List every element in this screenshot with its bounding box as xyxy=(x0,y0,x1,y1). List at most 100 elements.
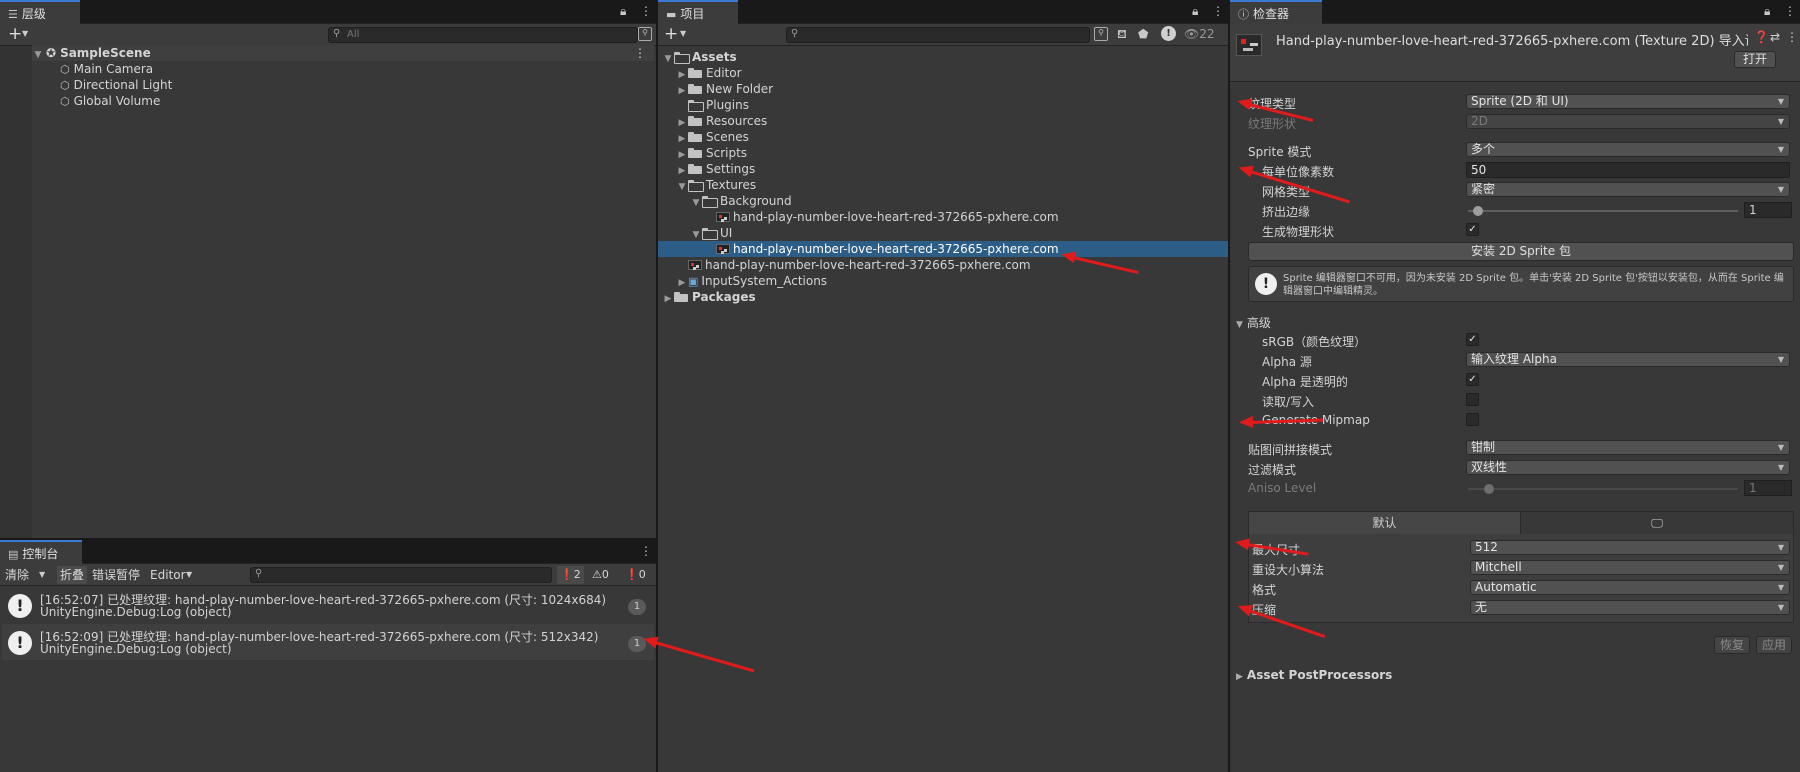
help-icon[interactable]: ❓ xyxy=(1754,30,1769,44)
add-icon[interactable]: + xyxy=(8,24,22,44)
tab-inspector[interactable]: ⓘ 检查器 xyxy=(1230,0,1322,24)
console-search-input[interactable]: ⚲ xyxy=(250,567,552,583)
asset-input-actions[interactable]: ▶ ▣ InputSystem_Actions xyxy=(676,273,828,289)
kebab-menu-icon[interactable]: ⋮ xyxy=(1784,4,1796,18)
expand-arrow-icon[interactable]: ▼ xyxy=(690,195,702,211)
folder-plugins[interactable]: Plugins xyxy=(676,97,749,113)
mesh-type-dropdown[interactable]: 紧密 ▼ xyxy=(1466,182,1790,197)
hidden-packages-toggle[interactable]: 👁︎22 xyxy=(1184,27,1215,41)
input-actions-icon: ▣ xyxy=(688,275,699,288)
chevron-down-icon[interactable]: ▼ xyxy=(186,570,192,579)
alpha-source-label: Alpha 源 xyxy=(1262,355,1312,369)
alpha-transparent-checkbox[interactable]: ✓ xyxy=(1466,373,1479,386)
tab-platform-default[interactable]: 默认 xyxy=(1249,512,1521,534)
search-by-label-icon[interactable]: ⛾ xyxy=(1117,27,1127,43)
max-size-dropdown[interactable]: 512 ▼ xyxy=(1470,540,1790,555)
extrude-slider-track[interactable] xyxy=(1468,210,1738,212)
tab-platform-standalone[interactable]: 🖵︎ xyxy=(1521,512,1793,534)
read-write-checkbox[interactable] xyxy=(1466,393,1479,406)
lock-icon[interactable]: 🔒︎ xyxy=(1764,4,1770,19)
compression-dropdown[interactable]: 无 ▼ xyxy=(1470,600,1790,615)
preset-icon[interactable]: ⇄ xyxy=(1770,30,1780,44)
clear-dropdown-icon[interactable]: ▼ xyxy=(39,570,45,579)
scene-row[interactable]: ▼ ✪ SampleScene ⋮ xyxy=(32,45,654,61)
generate-mipmap-checkbox[interactable] xyxy=(1466,413,1479,426)
ppu-input[interactable]: 50 xyxy=(1466,162,1790,178)
resize-algorithm-dropdown[interactable]: Mitchell ▼ xyxy=(1470,560,1790,575)
hierarchy-item-directional-light[interactable]: ⬡ Directional Light xyxy=(60,77,172,93)
error-pause-button[interactable]: 错误暂停 xyxy=(92,566,140,584)
asset-textures-texture[interactable]: hand-play-number-love-heart-red-372665-p… xyxy=(688,257,1031,273)
folder-background[interactable]: ▼ Background xyxy=(690,193,792,209)
physics-shape-checkbox[interactable]: ✓ xyxy=(1466,223,1479,236)
hierarchy-item-global-volume[interactable]: ⬡ Global Volume xyxy=(60,93,160,109)
folder-scripts[interactable]: ▶ Scripts xyxy=(676,145,748,161)
extrude-value-input[interactable]: 1 xyxy=(1744,202,1792,218)
alert-filter-icon[interactable]: ! xyxy=(1161,26,1176,41)
kebab-menu-icon[interactable]: ⋮ xyxy=(640,544,652,558)
texture-type-dropdown[interactable]: Sprite (2D 和 UI) ▼ xyxy=(1466,94,1790,109)
folder-packages[interactable]: ▶ Packages xyxy=(662,289,756,305)
expand-arrow-icon[interactable]: ▶ xyxy=(1236,672,1243,682)
advanced-foldout[interactable]: ▼ 高级 xyxy=(1236,314,1271,331)
asset-ui-texture-selected[interactable]: hand-play-number-love-heart-red-372665-p… xyxy=(658,241,1228,257)
editor-dropdown[interactable]: Editor xyxy=(150,566,186,584)
wrap-mode-dropdown[interactable]: 钳制 ▼ xyxy=(1466,440,1790,455)
extrude-slider-knob[interactable] xyxy=(1473,206,1483,216)
kebab-menu-icon[interactable]: ⋮ xyxy=(1212,4,1224,18)
log-entry[interactable]: ! [16:52:09] 已处理纹理: hand-play-number-lov… xyxy=(2,624,654,660)
install-2d-sprite-button[interactable]: 安装 2D Sprite 包 xyxy=(1248,242,1794,261)
format-dropdown[interactable]: Automatic ▼ xyxy=(1470,580,1790,595)
folder-assets[interactable]: ▼ Assets xyxy=(662,49,737,65)
sprite-mode-dropdown[interactable]: 多个 ▼ xyxy=(1466,142,1790,157)
filter-mode-dropdown[interactable]: 双线性 ▼ xyxy=(1466,460,1790,475)
expand-arrow-icon[interactable]: ▼ xyxy=(32,47,44,63)
folder-editor[interactable]: ▶ Editor xyxy=(676,65,742,81)
project-search-input[interactable]: ⚲ xyxy=(786,27,1090,43)
add-icon[interactable]: + xyxy=(664,24,678,44)
chevron-down-icon[interactable]: ▼ xyxy=(680,29,686,38)
warning-count-toggle[interactable]: ⚠0 xyxy=(592,566,609,584)
tab-project[interactable]: ▬ 项目 xyxy=(658,0,738,24)
kebab-menu-icon[interactable]: ⋮ xyxy=(640,4,652,18)
folder-ui[interactable]: ▼ UI xyxy=(690,225,732,241)
folder-new-folder[interactable]: ▶ New Folder xyxy=(676,81,774,97)
search-by-type-icon[interactable]: ⚲ xyxy=(1094,27,1108,41)
collapse-button[interactable]: 折叠 xyxy=(57,566,88,584)
scene-menu-icon[interactable]: ⋮ xyxy=(634,45,646,61)
folder-settings[interactable]: ▶ Settings xyxy=(676,161,756,177)
kebab-menu-icon[interactable]: ⋮ xyxy=(1786,30,1798,44)
tag-icon[interactable]: ⬟ xyxy=(1138,27,1148,41)
expand-arrow-icon[interactable]: ▼ xyxy=(662,51,674,67)
chevron-down-icon: ▼ xyxy=(1777,443,1784,452)
asset-background-texture[interactable]: hand-play-number-love-heart-red-372665-p… xyxy=(716,209,1059,225)
info-count-toggle[interactable]: ❗2 xyxy=(557,566,584,584)
revert-button[interactable]: 恢复 xyxy=(1714,636,1750,654)
lock-icon[interactable]: 🔒︎ xyxy=(1192,4,1198,19)
apply-button[interactable]: 应用 xyxy=(1756,636,1792,654)
expand-arrow-icon[interactable]: ▼ xyxy=(676,179,688,195)
folder-scenes[interactable]: ▶ Scenes xyxy=(676,129,749,145)
clear-button[interactable]: 清除 xyxy=(5,566,29,584)
expand-arrow-icon[interactable]: ▼ xyxy=(1236,320,1243,330)
log-count-badge: 1 xyxy=(628,599,646,615)
srgb-checkbox[interactable]: ✓ xyxy=(1466,333,1479,346)
error-count-toggle[interactable]: ❗0 xyxy=(625,566,646,584)
expand-arrow-icon[interactable]: ▶ xyxy=(662,291,674,307)
hierarchy-item-main-camera[interactable]: ⬡ Main Camera xyxy=(60,61,153,77)
hierarchy-search-input[interactable]: ⚲ All xyxy=(328,27,638,43)
folder-textures[interactable]: ▼ Textures xyxy=(676,177,756,193)
asset-postprocessors-foldout[interactable]: ▶ Asset PostProcessors xyxy=(1236,668,1392,685)
texture-shape-dropdown: 2D ▼ xyxy=(1466,114,1790,129)
list-icon: ☰ xyxy=(8,8,18,21)
chevron-down-icon[interactable]: ▼ xyxy=(22,29,28,38)
open-button[interactable]: 打开 xyxy=(1734,51,1776,68)
log-entry[interactable]: ! [16:52:07] 已处理纹理: hand-play-number-lov… xyxy=(2,587,654,623)
lock-icon[interactable]: 🔒︎ xyxy=(620,4,626,19)
tab-hierarchy[interactable]: ☰ 层级 xyxy=(0,0,80,24)
alpha-source-dropdown[interactable]: 输入纹理 Alpha ▼ xyxy=(1466,352,1790,367)
tab-console[interactable]: ▤ 控制台 xyxy=(0,540,82,564)
folder-resources[interactable]: ▶ Resources xyxy=(676,113,768,129)
search-filter-icon[interactable]: ⚲ xyxy=(638,27,652,41)
folder-open-icon xyxy=(688,180,704,192)
